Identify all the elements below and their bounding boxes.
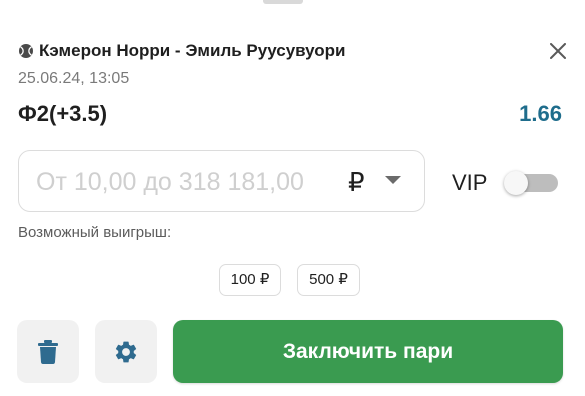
match-header: Кэмерон Норри - Эмиль Руусувуори xyxy=(18,41,567,63)
quick-amount-100-button[interactable]: 100 ₽ xyxy=(219,264,281,296)
gear-icon xyxy=(115,341,137,362)
bet-settings-button[interactable] xyxy=(95,320,157,383)
quick-amount-500-button[interactable]: 500 ₽ xyxy=(297,264,360,296)
close-icon xyxy=(550,43,566,59)
vip-label: VIP xyxy=(452,170,488,195)
place-bet-button[interactable]: Заключить пари xyxy=(173,320,563,383)
possible-payout-label: Возможный выигрыш: xyxy=(18,224,172,241)
trash-icon xyxy=(38,339,58,364)
bet-odds: 1.66 xyxy=(519,101,562,126)
sheet-grab-handle[interactable] xyxy=(263,0,303,4)
vip-toggle-knob xyxy=(504,171,528,195)
match-datetime: 25.06.24, 13:05 xyxy=(18,70,130,87)
match-title: Кэмерон Норри - Эмиль Руусувуори xyxy=(39,41,346,60)
chevron-down-icon[interactable] xyxy=(385,176,401,184)
delete-bet-button[interactable] xyxy=(17,320,79,383)
close-button[interactable] xyxy=(543,36,573,66)
bet-outcome: Ф2(+3.5) xyxy=(18,101,108,126)
currency-symbol: ₽ xyxy=(348,167,365,197)
stake-input[interactable] xyxy=(36,165,346,199)
vip-toggle[interactable] xyxy=(504,171,558,195)
tennis-ball-icon xyxy=(18,43,34,59)
stake-field[interactable]: ₽ xyxy=(18,150,425,212)
